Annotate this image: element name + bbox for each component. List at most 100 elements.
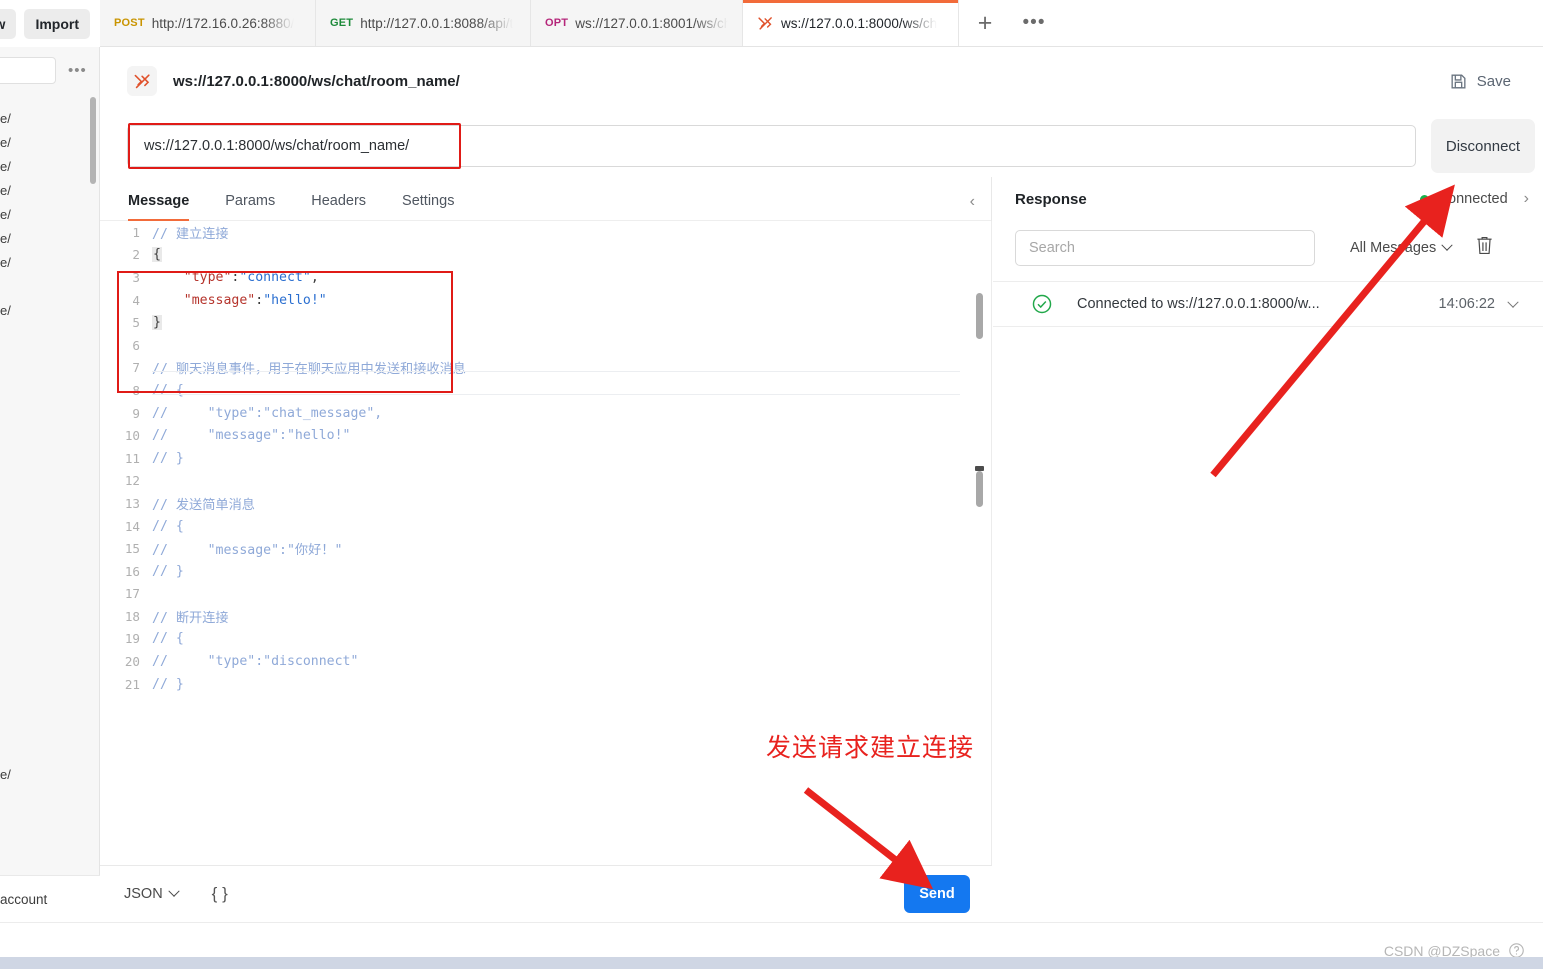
sidebar-more-button[interactable]: ••• xyxy=(68,62,87,79)
code-text: // { xyxy=(152,383,184,398)
tab-method-label: OPT xyxy=(545,17,568,29)
code-line[interactable]: 1// 建立连接 xyxy=(100,221,992,244)
code-line[interactable]: 19// { xyxy=(100,628,992,651)
code-line[interactable]: 5} xyxy=(100,311,992,334)
beautify-button[interactable]: { } xyxy=(212,884,228,904)
code-line[interactable]: 21// } xyxy=(100,673,992,696)
list-item[interactable]: e/ xyxy=(0,179,99,203)
code-line[interactable]: 6 xyxy=(100,334,992,357)
workspace-actions: ew Import xyxy=(0,0,100,47)
request-tabs: POST http://172.16.0.26:8880/ GET http:/… xyxy=(100,0,1543,46)
search-input[interactable]: Search xyxy=(1015,230,1315,266)
new-tab-button[interactable]: + xyxy=(959,0,1011,46)
code-line[interactable]: 17 xyxy=(100,583,992,606)
message-code-editor[interactable]: 1// 建立连接2{3 "type":"connect",4 "message"… xyxy=(100,221,992,865)
collapse-left-icon[interactable]: ‹ xyxy=(970,193,975,211)
code-line[interactable]: 20// "type":"disconnect" xyxy=(100,650,992,673)
code-line[interactable]: 12 xyxy=(100,470,992,493)
code-line[interactable]: 15// "message":"你好！" xyxy=(100,537,992,560)
list-item[interactable]: e/ xyxy=(0,763,99,787)
tab-headers[interactable]: Headers xyxy=(293,193,384,220)
request-pane: Message Params Headers Settings ‹ 1// 建立… xyxy=(100,177,992,922)
request-footer: JSON { } Send xyxy=(100,865,992,922)
tab-overflow-button[interactable]: ••• xyxy=(1011,0,1057,46)
send-button[interactable]: Send xyxy=(904,875,970,913)
horizontal-scrollbar[interactable] xyxy=(0,957,1543,969)
message-filter-label: All Messages xyxy=(1350,240,1436,256)
code-line[interactable]: 8// { xyxy=(100,379,992,402)
message-filter-select[interactable]: All Messages xyxy=(1350,240,1451,256)
message-timestamp: 14:06:22 xyxy=(1439,296,1495,312)
code-line[interactable]: 2{ xyxy=(100,244,992,267)
import-button[interactable]: Import xyxy=(24,9,90,39)
line-number: 13 xyxy=(100,496,152,511)
request-tab-1[interactable]: POST http://172.16.0.26:8880/ xyxy=(100,0,316,46)
tab-settings[interactable]: Settings xyxy=(384,193,472,220)
new-button[interactable]: ew xyxy=(0,9,16,39)
disconnect-button[interactable]: Disconnect xyxy=(1431,119,1535,173)
sidebar-search-input[interactable] xyxy=(0,57,56,84)
code-line[interactable]: 7// 聊天消息事件，用于在聊天应用中发送和接收消息 xyxy=(100,357,992,380)
request-tab-2[interactable]: GET http://127.0.0.1:8088/api/t xyxy=(316,0,531,46)
list-item[interactable]: e/ xyxy=(0,203,99,227)
collapse-right-icon[interactable]: › xyxy=(1524,190,1529,208)
line-number: 6 xyxy=(100,338,152,353)
list-item-spacer xyxy=(0,275,99,299)
editor-right-border xyxy=(991,221,992,865)
list-item[interactable]: e/ xyxy=(0,155,99,179)
list-item[interactable]: e/ xyxy=(0,251,99,275)
line-number: 4 xyxy=(100,293,152,308)
code-line[interactable]: 11// } xyxy=(100,447,992,470)
line-number: 10 xyxy=(100,428,152,443)
list-item[interactable]: e/ xyxy=(0,107,99,131)
request-tab-3[interactable]: OPT ws://127.0.0.1:8001/ws/ch xyxy=(531,0,743,46)
line-number: 3 xyxy=(100,270,152,285)
code-text: { xyxy=(152,247,162,262)
code-line[interactable]: 4 "message":"hello!" xyxy=(100,289,992,312)
code-line[interactable]: 10// "message":"hello!" xyxy=(100,424,992,447)
line-number: 11 xyxy=(100,451,152,466)
clear-messages-button[interactable] xyxy=(1475,235,1494,261)
code-lines: 1// 建立连接2{3 "type":"connect",4 "message"… xyxy=(100,221,992,695)
tab-message[interactable]: Message xyxy=(124,193,207,220)
line-number: 15 xyxy=(100,541,152,556)
list-item[interactable]: e/ xyxy=(0,131,99,155)
tabstrip-filler xyxy=(1057,0,1543,46)
code-text: // { xyxy=(152,519,184,534)
search-placeholder: Search xyxy=(1029,240,1075,256)
code-line[interactable]: 16// } xyxy=(100,560,992,583)
tab-url-label: ws://127.0.0.1:8000/ws/ch xyxy=(781,16,937,31)
code-text: // "message":"你好！" xyxy=(152,539,342,558)
save-icon xyxy=(1449,72,1468,91)
active-line-top-border xyxy=(152,371,960,372)
request-tab-4-active[interactable]: ws://127.0.0.1:8000/ws/ch xyxy=(743,0,959,46)
request-type-badge xyxy=(127,66,157,96)
list-item[interactable]: e/ xyxy=(0,299,99,323)
line-number: 1 xyxy=(100,225,152,240)
code-text: // } xyxy=(152,564,184,579)
code-line[interactable]: 18// 断开连接 xyxy=(100,605,992,628)
code-line[interactable]: 3 "type":"connect", xyxy=(100,266,992,289)
sidebar-scrollbar-thumb[interactable] xyxy=(90,97,96,184)
code-text: // { xyxy=(152,631,184,646)
list-item[interactable]: e/ xyxy=(0,227,99,251)
editor-scrollbar-thumb[interactable] xyxy=(976,293,983,339)
code-line[interactable]: 9// "type":"chat_message", xyxy=(100,402,992,425)
code-line[interactable]: 14// { xyxy=(100,515,992,538)
line-number: 20 xyxy=(100,654,152,669)
tab-params[interactable]: Params xyxy=(207,193,293,220)
editor-scrollbar[interactable] xyxy=(976,293,983,503)
sidebar-account-link[interactable]: account xyxy=(0,875,100,922)
url-input[interactable]: ws://127.0.0.1:8000/ws/chat/room_name/ xyxy=(127,125,1416,167)
websocket-icon xyxy=(757,15,774,32)
save-button[interactable]: Save xyxy=(1449,72,1511,91)
body-format-label: JSON xyxy=(124,886,163,902)
line-number: 17 xyxy=(100,586,152,601)
body-format-select[interactable]: JSON xyxy=(124,886,178,902)
code-line[interactable]: 13// 发送简单消息 xyxy=(100,492,992,515)
code-text: "type":"connect", xyxy=(152,270,319,285)
editor-scrollbar-thumb-secondary[interactable] xyxy=(976,471,983,507)
chevron-down-icon[interactable] xyxy=(1509,297,1517,312)
list-item[interactable]: Connected to ws://127.0.0.1:8000/w... 14… xyxy=(993,281,1543,327)
response-toolbar: Search All Messages xyxy=(993,221,1543,275)
